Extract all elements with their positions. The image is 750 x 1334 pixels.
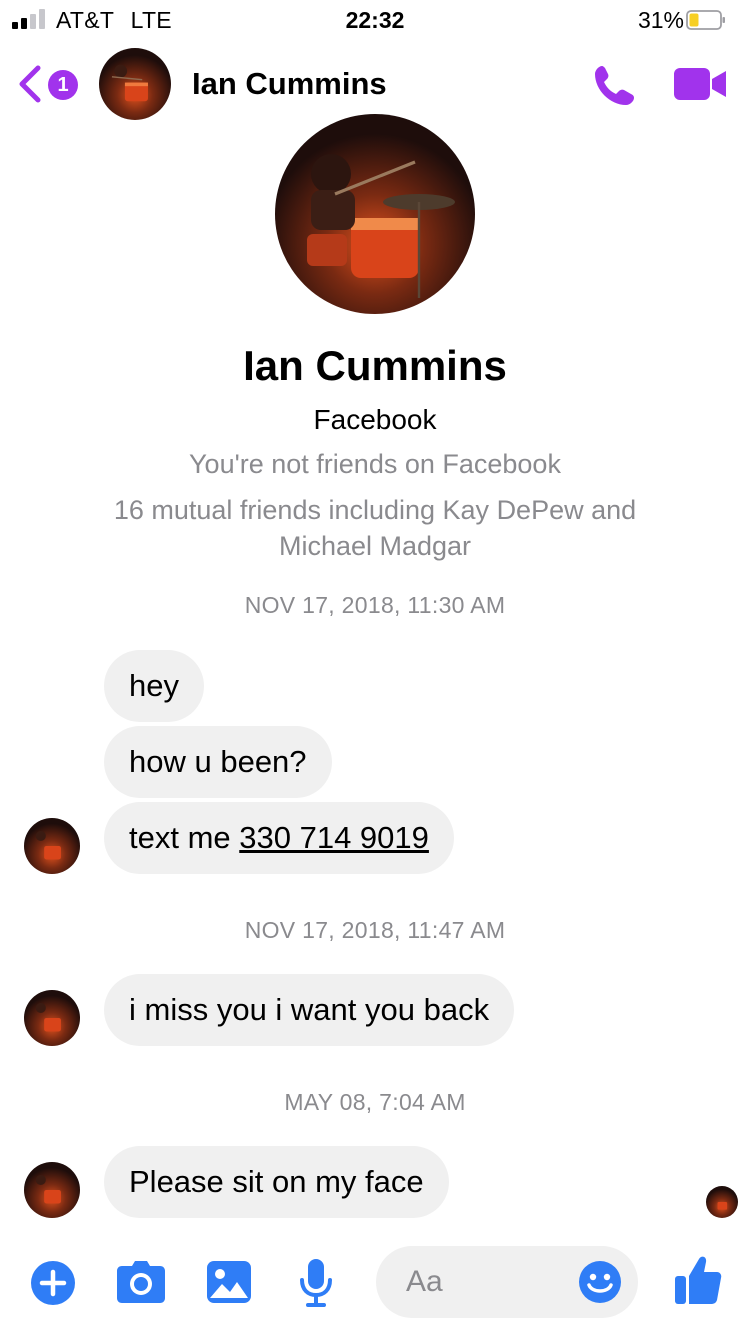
message-input-field[interactable] xyxy=(376,1246,638,1318)
camera-icon[interactable] xyxy=(116,1260,166,1304)
drummer-photo xyxy=(99,48,171,120)
friendship-status: You're not friends on Facebook xyxy=(189,449,561,479)
drummer-photo xyxy=(24,1162,80,1218)
incoming-message-bubble[interactable]: how u been? xyxy=(104,726,332,798)
incoming-message-bubble[interactable]: text me 330 714 9019 xyxy=(104,802,454,874)
message-timestamp: NOV 17, 2018, 11:47 AM xyxy=(244,917,506,943)
incoming-message-bubble[interactable]: hey xyxy=(104,650,204,722)
chevron-left-icon[interactable] xyxy=(16,64,44,104)
message-timestamp: NOV 17, 2018, 11:30 AM xyxy=(244,592,506,618)
drummer-photo xyxy=(24,990,80,1046)
message-composer xyxy=(0,1240,750,1334)
image-icon[interactable] xyxy=(206,1260,252,1304)
battery-percent: 31% xyxy=(637,7,684,33)
message-text: text me xyxy=(129,820,240,855)
message-timestamp: MAY 08, 7:04 AM xyxy=(284,1089,466,1115)
incoming-message-bubble[interactable]: Please sit on my face xyxy=(104,1146,449,1218)
drummer-photo xyxy=(706,1186,738,1218)
plus-icon[interactable] xyxy=(30,1260,76,1306)
sender-avatar[interactable] xyxy=(24,1162,80,1218)
profile-source: Facebook xyxy=(313,404,437,435)
status-bar: AT&T LTE 22:32 31% xyxy=(0,0,750,40)
unread-count-badge[interactable]: 1 xyxy=(48,70,78,100)
incoming-message-bubble[interactable]: i miss you i want you back xyxy=(104,974,515,1046)
header-contact-name[interactable]: Ian Cummins xyxy=(192,66,387,102)
phone-icon[interactable] xyxy=(590,62,638,110)
profile-photo[interactable] xyxy=(275,114,475,314)
sender-avatar[interactable] xyxy=(24,818,80,874)
mutual-friends-line: Michael Madgar xyxy=(278,531,472,561)
sender-avatar[interactable] xyxy=(24,990,80,1046)
drummer-photo xyxy=(275,114,475,314)
message-input[interactable] xyxy=(406,1246,576,1318)
drummer-photo xyxy=(24,818,80,874)
phone-number-link[interactable]: 330 714 9019 xyxy=(239,820,429,855)
seen-avatar xyxy=(706,1186,738,1218)
emoji-icon[interactable] xyxy=(578,1260,622,1304)
microphone-icon[interactable] xyxy=(298,1258,334,1308)
conversation-header: 1 Ian Cummins xyxy=(0,44,750,124)
thumbs-up-icon[interactable] xyxy=(674,1254,722,1306)
contact-avatar[interactable] xyxy=(99,48,171,120)
mutual-friends-line: 16 mutual friends including Kay DePew an… xyxy=(113,495,637,525)
profile-name: Ian Cummins xyxy=(243,342,507,389)
mutual-friends: 16 mutual friends including Kay DePew an… xyxy=(60,492,690,564)
video-camera-icon[interactable] xyxy=(672,66,728,102)
battery-icon xyxy=(686,10,725,30)
